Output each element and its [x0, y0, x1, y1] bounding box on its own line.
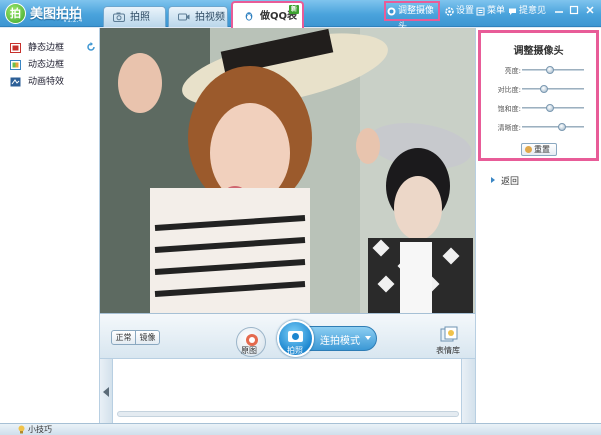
status-bar: 小技巧 [0, 423, 601, 435]
chevron-down-icon [365, 336, 371, 340]
shoot-label: 拍照 [287, 346, 303, 355]
emoji-library-label: 表情库 [436, 346, 460, 355]
contrast-label: 对比度: [497, 86, 521, 94]
saturation-slider[interactable] [522, 104, 584, 112]
reset-label: 重置 [534, 145, 550, 154]
qq-penguin-icon [245, 12, 253, 21]
sidebar-item-label: 动态边框 [28, 60, 65, 70]
adjust-panel-title: 调整摄像头 [513, 46, 564, 57]
tab-photo[interactable]: 拍照 [103, 6, 166, 27]
back-link[interactable]: 返回 [491, 174, 519, 187]
menu-button[interactable]: 菜单 [475, 3, 505, 20]
saturation-label: 饱和度: [497, 105, 521, 113]
close-button[interactable] [584, 4, 596, 16]
menu-label: 菜单 [487, 6, 506, 16]
camera-preview [100, 28, 475, 313]
tips-link[interactable]: 小技巧 [28, 424, 52, 435]
minimize-icon [555, 11, 563, 13]
adjust-camera-panel: 调整摄像头 亮度: 对比度: 饱和度: 清晰度: 重置 [478, 30, 599, 161]
sidebar-item-label: 静态边框 [28, 43, 65, 53]
brightness-slider[interactable] [522, 66, 584, 74]
app-logo-icon: 拍 [5, 3, 26, 24]
maximize-icon [569, 5, 579, 15]
settings-button[interactable]: 设置 [444, 3, 474, 20]
lightbulb-icon [18, 425, 25, 434]
strip-scrollbar[interactable] [117, 411, 459, 417]
brightness-slider-thumb[interactable] [545, 66, 554, 74]
mirror-normal-button[interactable]: 正常 [111, 330, 136, 345]
minimize-button[interactable] [553, 4, 565, 16]
saturation-slider-thumb[interactable] [545, 104, 554, 112]
gear-icon [445, 7, 454, 16]
video-camera-icon [178, 13, 190, 21]
back-label: 返回 [501, 177, 520, 187]
close-icon [586, 6, 594, 14]
control-bar: 正常 镜像 原图 拍照 连拍模式 表情库 [100, 313, 475, 358]
refresh-icon[interactable] [86, 42, 96, 52]
reset-button[interactable]: 重置 [521, 143, 557, 156]
chevron-right-icon [491, 177, 495, 183]
settings-label: 设置 [456, 6, 475, 16]
emoji-library-icon[interactable] [440, 326, 458, 344]
feedback-button[interactable]: 提意见 [507, 3, 547, 20]
new-badge: 新 [289, 5, 299, 14]
original-label: 原图 [241, 346, 257, 355]
feedback-label: 提意见 [519, 6, 547, 16]
strip-right-border [461, 359, 475, 424]
camera-icon [113, 12, 125, 22]
camera-feed-image [100, 28, 475, 313]
tab-photo-label: 拍照 [130, 12, 150, 23]
tab-qq-emoji[interactable]: 做QQ表情 新 [231, 1, 304, 50]
contrast-slider[interactable] [522, 85, 584, 93]
sidebar-item-label: 动画特效 [28, 77, 65, 87]
chevron-left-icon [103, 387, 109, 397]
shoot-mode-label: 连拍模式 [320, 336, 360, 347]
static-frame-icon [10, 43, 21, 53]
sharpness-label: 清晰度: [497, 124, 521, 132]
mirror-flip-button[interactable]: 镜像 [136, 330, 160, 345]
sharpness-slider-thumb[interactable] [558, 123, 567, 131]
tab-video[interactable]: 拍视频 [168, 6, 228, 27]
strip-scroll-left-button[interactable] [100, 359, 113, 424]
reset-icon [525, 146, 532, 153]
menu-icon [476, 7, 485, 16]
camera-adjust-icon [387, 7, 396, 16]
thumbnail-strip [100, 358, 475, 424]
app-version: V1.2.4 [63, 17, 83, 24]
sidebar-item-static-frame[interactable]: 静态边框 [10, 41, 64, 55]
contrast-slider-thumb[interactable] [539, 85, 548, 93]
maximize-button[interactable] [568, 4, 580, 16]
right-panel: 调整摄像头 亮度: 对比度: 饱和度: 清晰度: 重置 返回 [475, 28, 601, 423]
sidebar-item-dynamic-frame[interactable]: 动态边框 [10, 58, 64, 72]
dynamic-frame-icon [10, 60, 21, 70]
adjust-camera-button[interactable]: 调整摄像头 [384, 1, 440, 32]
brightness-label: 亮度: [504, 67, 521, 75]
sharpness-slider[interactable] [522, 123, 584, 131]
animation-effect-icon [10, 77, 21, 87]
sidebar-item-animation-effect[interactable]: 动画特效 [10, 75, 64, 89]
chat-bubble-icon [509, 8, 516, 15]
tab-video-label: 拍视频 [195, 12, 225, 23]
title-bar: 拍 美图拍拍 V1.2.4 拍照 拍视频 做QQ表情 新 调整摄像头 设置 菜单… [0, 0, 601, 50]
left-sidebar: 静态边框 动态边框 动画特效 [0, 28, 100, 423]
